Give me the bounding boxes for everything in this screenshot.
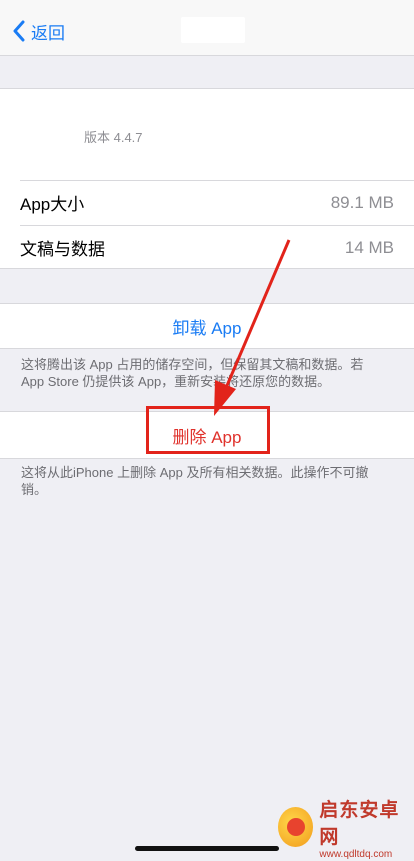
app-size-row: App大小 89.1 MB	[20, 180, 414, 224]
watermark-url: www.qdltdq.com	[319, 848, 393, 860]
redacted-title	[181, 17, 245, 43]
navigation-bar: 返回	[0, 0, 414, 56]
back-button[interactable]: 返回	[12, 18, 65, 44]
home-indicator[interactable]	[135, 846, 279, 851]
watermark-logo-icon	[278, 807, 314, 847]
documents-data-value: 14 MB	[344, 237, 394, 257]
app-size-label: App大小	[20, 195, 85, 214]
documents-data-row: 文稿与数据 14 MB	[20, 225, 414, 269]
documents-data-label: 文稿与数据	[20, 240, 105, 259]
delete-footnote: 这将从此iPhone 上删除 App 及所有相关数据。此操作不可撤销。	[21, 465, 369, 497]
screen: 返回 版本 4.4.7 App大小 89.1 MB 文稿与数据 14 MB 卸载…	[0, 0, 414, 861]
watermark-name: 启东安卓网	[319, 799, 400, 848]
offload-group: 卸载 App	[0, 303, 414, 349]
chevron-left-icon	[13, 20, 25, 42]
offload-app-button[interactable]: 卸载 App	[0, 304, 414, 348]
app-info-group: 版本 4.4.7 App大小 89.1 MB 文稿与数据 14 MB	[0, 88, 414, 269]
back-label: 返回	[31, 23, 65, 43]
watermark: 启东安卓网 www.qdltdq.com	[278, 800, 408, 860]
offload-footnote: 这将腾出该 App 占用的储存空间，但保留其文稿和数据。若 App Store …	[21, 357, 364, 389]
app-size-value: 89.1 MB	[330, 192, 394, 212]
version-label: 版本 4.4.7	[84, 130, 143, 145]
highlight-box	[146, 406, 270, 454]
